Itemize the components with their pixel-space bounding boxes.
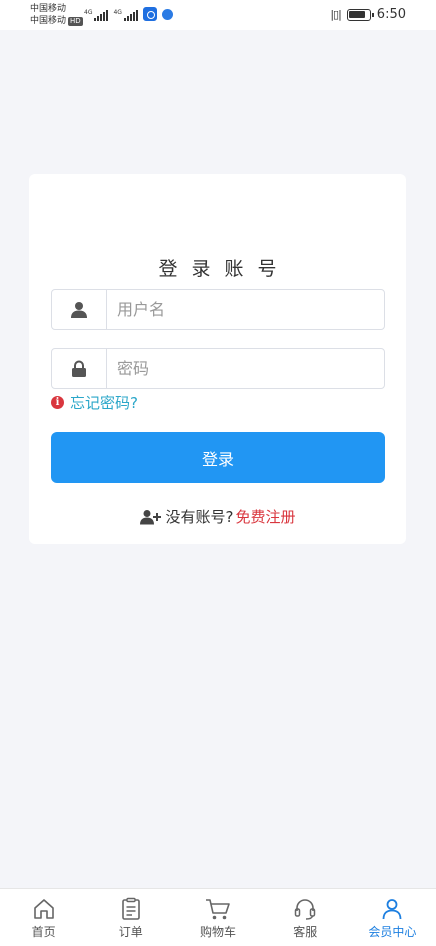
headset-icon [294, 899, 316, 920]
tab-cart[interactable]: 购物车 [174, 889, 261, 946]
login-card: 登录账号 i 忘记密码? 登录 没有账号? 免费 [29, 174, 406, 544]
username-addon [52, 290, 107, 329]
username-input[interactable] [107, 290, 384, 329]
user-icon [71, 301, 87, 318]
signal-2-icon: 4G [113, 9, 138, 21]
signal-2-tag: 4G [113, 9, 122, 16]
username-field[interactable] [51, 289, 385, 330]
password-addon [52, 349, 107, 388]
order-icon [121, 897, 140, 920]
tab-orders-label: 订单 [118, 925, 143, 939]
app-notification-icon [142, 7, 157, 21]
tab-member-center[interactable]: 会员中心 [349, 889, 436, 946]
battery-fill [349, 11, 366, 18]
tab-member-center-label: 会员中心 [368, 925, 417, 939]
signal-1-tag: 4G [84, 9, 93, 16]
hd-badge: HD [68, 16, 83, 26]
tab-home[interactable]: 首页 [0, 889, 87, 946]
tab-orders[interactable]: 订单 [87, 889, 174, 946]
status-right: |▯| 6:50 [330, 7, 406, 22]
forgot-password-label: 忘记密码? [70, 394, 138, 412]
tab-service-label: 客服 [293, 925, 318, 939]
tab-service[interactable]: 客服 [262, 889, 349, 946]
no-account-text: 没有账号? [165, 508, 234, 526]
clock-time: 6:50 [376, 7, 406, 22]
login-button[interactable]: 登录 [51, 432, 385, 483]
cart-icon [206, 899, 230, 920]
bottom-tab-bar: 首页 订单 购物车 客服 会员中心 [0, 888, 436, 946]
register-link[interactable]: 免费注册 [235, 506, 295, 527]
forgot-password-link[interactable]: i 忘记密码? [51, 392, 138, 413]
carrier-1-label: 中国移动 [30, 4, 67, 14]
user-icon [383, 899, 402, 920]
tab-cart-label: 购物车 [200, 925, 237, 939]
signal-indicators: 4G 4G [84, 7, 173, 21]
login-title: 登录账号 [158, 258, 291, 280]
add-user-icon [139, 509, 161, 524]
status-bar: 中国移动 中国移动 HD 4G 4G |▯| 6:50 [0, 0, 436, 30]
register-row: 没有账号? 免费注册 [29, 506, 406, 527]
password-field[interactable] [51, 348, 385, 389]
tab-home-label: 首页 [31, 925, 56, 939]
vibrate-icon: |▯| [330, 8, 342, 21]
password-input[interactable] [107, 349, 384, 388]
battery-icon [346, 8, 374, 21]
carrier-info: 中国移动 中国移动 HD [30, 3, 83, 27]
info-icon: i [51, 396, 64, 409]
app-notification-2-icon [161, 9, 173, 20]
carrier-2-label: 中国移动 [30, 16, 67, 26]
home-icon [33, 899, 54, 919]
lock-icon [72, 360, 86, 377]
signal-1-icon: 4G [84, 9, 109, 21]
